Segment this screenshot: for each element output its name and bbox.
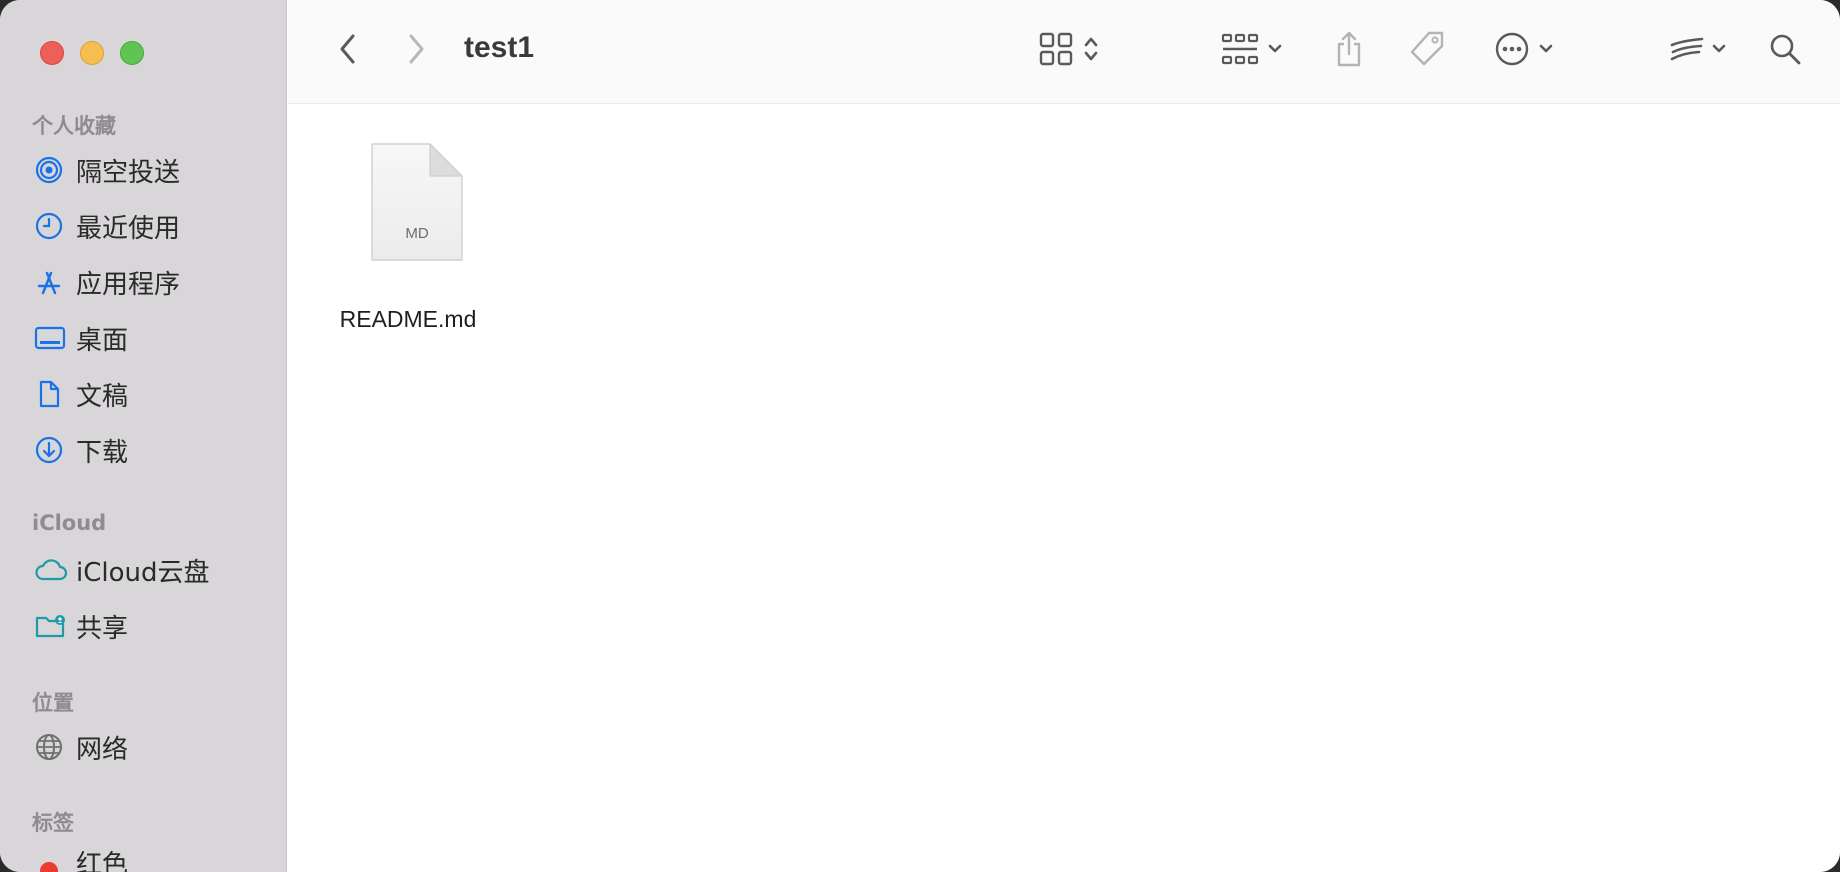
share-button[interactable] [1324,28,1374,74]
chevron-down-icon [1267,42,1283,60]
cloud-icon [28,548,76,592]
sidebar-item-label: iCloud云盘 [76,557,210,588]
sidebar-item-applications[interactable]: 应用程序 [28,260,278,304]
airdrop-icon [28,148,76,192]
sidebar-item-icloud-drive[interactable]: iCloud云盘 [28,548,278,592]
markdown-file-icon: MD [368,140,466,269]
sidebar-item-label: 桌面 [76,325,129,356]
tag-icon [1407,29,1447,74]
clock-icon [28,204,76,248]
more-icon [1494,31,1530,72]
chevron-up-down-icon [1083,34,1099,69]
shared-folder-icon [28,604,76,648]
window-title: test1 [464,31,535,64]
tags-section-title: 标签 [32,811,74,835]
view-mode-button[interactable] [1034,30,1104,72]
sidebar-item-label: 共享 [76,613,129,644]
sidebar: 个人收藏 隔空投送 最近使用 应用程序 桌面 文稿 下载 iCloud iClo… [0,0,287,872]
close-window-button[interactable] [40,41,64,65]
desktop-icon [28,316,76,360]
file-type-badge: MD [405,225,428,242]
extras-button[interactable] [1658,30,1738,72]
back-button[interactable] [328,30,368,72]
forward-icon [405,32,427,71]
sidebar-item-label: 文稿 [76,381,129,412]
locations-section-title: 位置 [32,691,74,715]
sidebar-item-label: 下载 [76,437,129,468]
more-actions-button[interactable] [1484,30,1564,72]
toolbar: test1 [288,0,1840,104]
sidebar-item-network[interactable]: 网络 [28,725,278,769]
grid-view-icon [1039,32,1073,71]
document-icon [28,372,76,416]
globe-icon [28,725,76,769]
group-icon [1221,32,1259,71]
applications-icon [28,260,76,304]
chevron-down-icon [1538,42,1554,60]
tag-button[interactable] [1402,28,1452,74]
zoom-window-button[interactable] [120,41,144,65]
share-icon [1333,30,1365,73]
sidebar-item-shared[interactable]: 共享 [28,604,278,648]
sidebar-item-label: 最近使用 [76,213,181,244]
favorites-section-title: 个人收藏 [32,114,116,138]
download-icon [28,428,76,472]
file-item[interactable]: MD README.md [338,134,478,332]
file-name: README.md [339,306,477,332]
forward-button[interactable] [396,30,436,72]
airplay-icon [1669,35,1705,68]
file-browser-area[interactable]: MD README.md [288,104,1840,872]
back-icon [337,32,359,71]
search-button[interactable] [1762,30,1808,72]
icloud-section-title: iCloud [32,511,107,535]
red-tag-dot-icon [28,840,76,872]
finder-window: 个人收藏 隔空投送 最近使用 应用程序 桌面 文稿 下载 iCloud iClo… [0,0,1840,872]
search-icon [1768,32,1802,71]
sidebar-item-airdrop[interactable]: 隔空投送 [28,148,278,192]
group-button[interactable] [1212,30,1292,72]
sidebar-item-documents[interactable]: 文稿 [28,372,278,416]
sidebar-item-desktop[interactable]: 桌面 [28,316,278,360]
chevron-down-icon [1711,42,1727,60]
sidebar-item-tag-red[interactable]: 红色 [28,840,278,872]
sidebar-item-label: 应用程序 [76,269,181,300]
sidebar-item-label: 隔空投送 [76,157,181,188]
sidebar-item-recents[interactable]: 最近使用 [28,204,278,248]
sidebar-item-label: 红色 [76,849,129,872]
sidebar-item-downloads[interactable]: 下载 [28,428,278,472]
sidebar-item-label: 网络 [76,734,129,765]
minimize-window-button[interactable] [80,41,104,65]
